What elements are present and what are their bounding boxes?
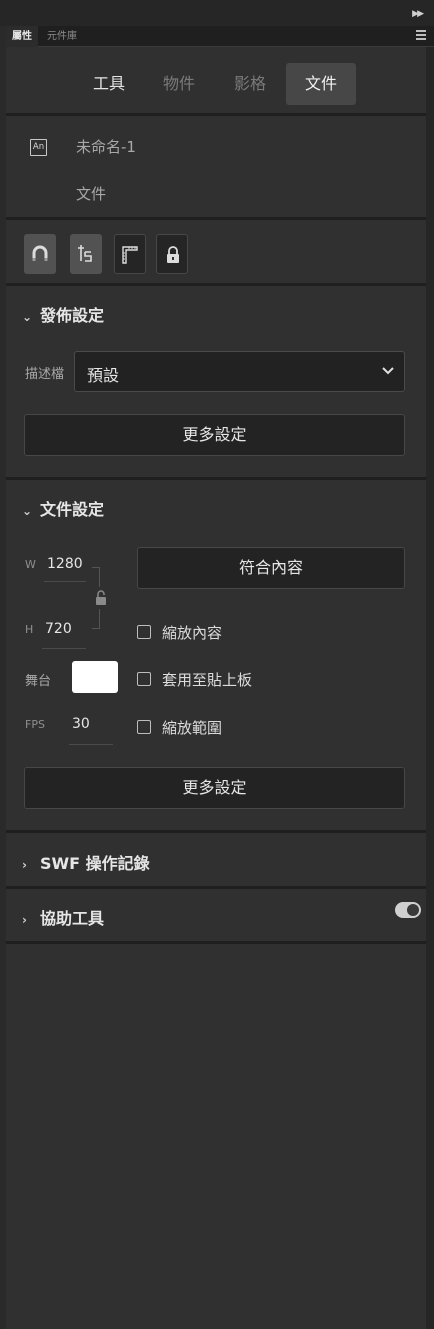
snap-magnet-button[interactable] bbox=[24, 234, 56, 274]
snap-to-objects-icon bbox=[78, 245, 92, 262]
accessibility-title: 協助工具 bbox=[40, 909, 105, 928]
animate-document-icon: An bbox=[30, 139, 47, 156]
height-value[interactable]: 720 bbox=[45, 621, 72, 637]
divider bbox=[6, 283, 426, 286]
document-name: 未命名-1 bbox=[76, 138, 136, 156]
panel-tab-bar: 屬性 元件庫 bbox=[6, 26, 434, 47]
tab-frame[interactable]: 影格 bbox=[215, 63, 285, 105]
stage-label: 舞台 bbox=[25, 674, 52, 689]
width-underline bbox=[44, 581, 86, 582]
lock-icon bbox=[167, 246, 179, 263]
apply-pasteboard-checkbox[interactable] bbox=[137, 672, 151, 686]
divider bbox=[6, 941, 426, 944]
divider bbox=[6, 830, 426, 833]
width-value[interactable]: 1280 bbox=[47, 556, 83, 572]
publish-settings-title: 發佈設定 bbox=[40, 306, 105, 325]
fps-label: FPS bbox=[25, 718, 45, 731]
stage-color-swatch[interactable] bbox=[72, 661, 118, 693]
magnet-icon bbox=[32, 245, 48, 261]
chevron-down-icon: ⌄ bbox=[22, 504, 33, 518]
document-settings-header[interactable]: ⌄ 文件設定 bbox=[22, 496, 104, 520]
snap-objects-button[interactable] bbox=[70, 234, 102, 274]
width-label: W bbox=[25, 558, 36, 571]
height-underline bbox=[42, 648, 86, 649]
profile-label: 描述檔 bbox=[25, 367, 65, 382]
document-more-settings-button[interactable]: 更多設定 bbox=[24, 767, 405, 809]
chevron-right-icon: › bbox=[22, 858, 27, 872]
scale-content-label: 縮放內容 bbox=[162, 624, 223, 642]
scale-spans-label: 縮放範圍 bbox=[162, 719, 223, 737]
constrain-lock-icon[interactable] bbox=[95, 590, 107, 605]
tab-object[interactable]: 物件 bbox=[144, 63, 214, 105]
document-type: 文件 bbox=[76, 185, 107, 203]
link-bracket-top bbox=[92, 567, 100, 587]
swf-history-header[interactable]: › SWF 操作記錄 bbox=[22, 850, 150, 874]
panel-top-strip: ▶▶ bbox=[0, 0, 434, 26]
tab-tool[interactable]: 工具 bbox=[74, 63, 144, 105]
publish-settings-header[interactable]: ⌄ 發佈設定 bbox=[22, 302, 104, 326]
swf-history-title: SWF 操作記錄 bbox=[40, 854, 150, 873]
panel-menu-icon[interactable] bbox=[416, 30, 426, 42]
profile-value: 預設 bbox=[87, 366, 120, 385]
chevron-right-icon: › bbox=[22, 913, 27, 927]
scale-content-checkbox[interactable] bbox=[137, 625, 151, 639]
document-settings-title: 文件設定 bbox=[40, 500, 105, 519]
accessibility-header[interactable]: › 協助工具 bbox=[22, 905, 104, 929]
ruler-icon bbox=[122, 246, 138, 264]
fps-value[interactable]: 30 bbox=[72, 716, 90, 732]
fit-content-button[interactable]: 符合內容 bbox=[137, 547, 405, 589]
toggle-knob bbox=[407, 904, 419, 916]
panel-gutter bbox=[426, 47, 434, 1329]
height-label: H bbox=[25, 623, 34, 636]
divider bbox=[6, 886, 426, 889]
publish-more-settings-button[interactable]: 更多設定 bbox=[24, 414, 405, 456]
tab-document[interactable]: 文件 bbox=[286, 63, 356, 105]
fps-underline bbox=[69, 744, 113, 745]
properties-panel: 工具 物件 影格 文件 An 未命名-1 文件 ⌄ 發佈設定 描述檔 預設 更多… bbox=[6, 47, 426, 1329]
profile-select[interactable]: 預設 bbox=[74, 351, 405, 392]
collapse-panel-icon[interactable]: ▶▶ bbox=[412, 9, 424, 19]
chevron-down-icon: ⌄ bbox=[22, 310, 33, 324]
link-bracket-bottom bbox=[92, 609, 100, 629]
divider bbox=[6, 477, 426, 480]
divider bbox=[6, 113, 426, 116]
accessibility-toggle[interactable] bbox=[395, 902, 421, 918]
tab-properties[interactable]: 屬性 bbox=[6, 26, 38, 47]
tab-library[interactable]: 元件庫 bbox=[41, 26, 83, 47]
chevron-down-icon bbox=[382, 367, 394, 375]
rulers-button[interactable] bbox=[114, 234, 146, 274]
divider bbox=[6, 217, 426, 220]
apply-pasteboard-label: 套用至貼上板 bbox=[162, 671, 253, 689]
lock-guides-button[interactable] bbox=[156, 234, 188, 274]
scale-spans-checkbox[interactable] bbox=[137, 720, 151, 734]
